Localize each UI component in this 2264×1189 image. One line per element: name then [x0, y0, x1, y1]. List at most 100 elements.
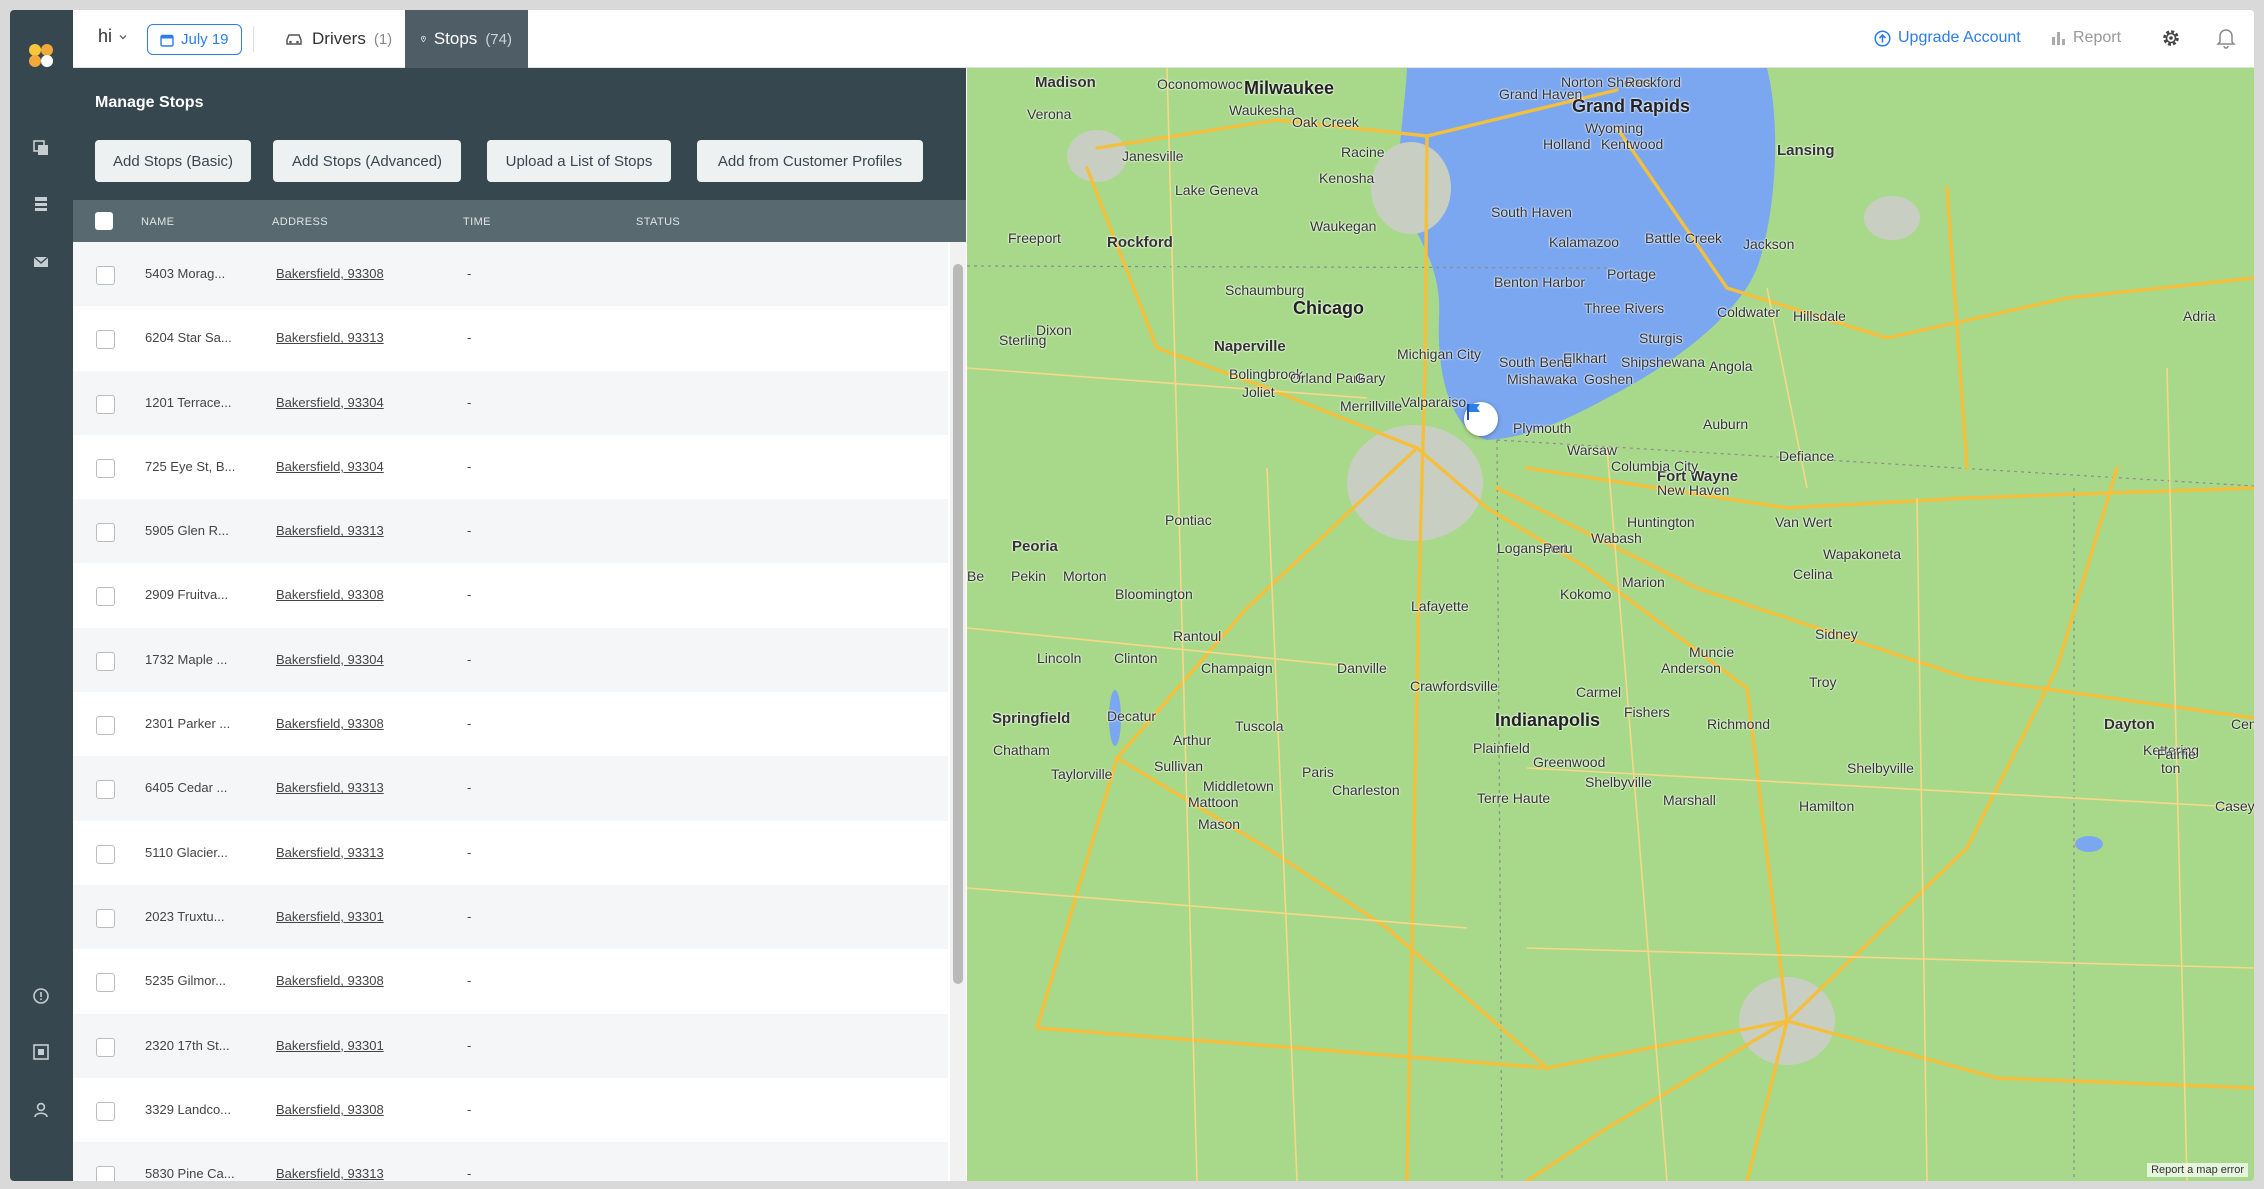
map-label: Plainfield — [1473, 740, 1530, 756]
row-checkbox[interactable] — [96, 458, 115, 478]
copy-icon[interactable] — [29, 136, 53, 160]
scrollbar-thumb[interactable] — [953, 264, 963, 984]
stop-address-link[interactable]: Bakersfield, 93313 — [276, 780, 384, 795]
stack-icon[interactable] — [29, 192, 53, 216]
map-label: Kalamazoo — [1549, 234, 1620, 250]
stop-name: 6405 Cedar ... — [145, 780, 228, 796]
grid-icon[interactable] — [29, 1040, 53, 1064]
table-row[interactable]: 5830 Pine Ca... Bakersfield, 93313 - — [73, 1142, 948, 1181]
add-stops-basic-button[interactable]: Add Stops (Basic) — [95, 140, 251, 182]
map-label: Arthur — [1173, 732, 1212, 748]
row-checkbox[interactable] — [96, 1037, 115, 1057]
row-checkbox[interactable] — [96, 1101, 115, 1121]
report-map-error-link[interactable]: Report a map error — [2147, 1163, 2248, 1177]
stop-time: - — [467, 651, 472, 667]
mail-icon[interactable] — [29, 250, 53, 274]
table-row[interactable]: 725 Eye St, B... Bakersfield, 93304 - — [73, 435, 948, 499]
table-row[interactable]: 5110 Glacier... Bakersfield, 93313 - — [73, 821, 948, 885]
stop-address-link[interactable]: Bakersfield, 93301 — [276, 909, 384, 924]
stop-time: - — [467, 844, 472, 860]
table-row[interactable]: 3329 Landco... Bakersfield, 93308 - — [73, 1078, 948, 1142]
table-row[interactable]: 1201 Terrace... Bakersfield, 93304 - — [73, 370, 948, 435]
map-label: Lincoln — [1037, 650, 1082, 666]
map-label: Shelbyville — [1847, 760, 1914, 776]
route-selector[interactable]: hi — [98, 26, 128, 47]
bell-icon[interactable] — [2216, 27, 2236, 49]
depot-pin[interactable] — [1464, 402, 1498, 436]
row-checkbox[interactable] — [96, 780, 115, 800]
column-header-address[interactable]: ADDRESS — [272, 216, 328, 228]
stop-time: - — [467, 266, 472, 281]
map-view[interactable]: Madison Milwaukee Grand Rapids Lansing Rockf… — [967, 68, 2254, 1181]
row-checkbox[interactable] — [96, 844, 115, 864]
stop-address-link[interactable]: Bakersfield, 93313 — [276, 1166, 384, 1181]
stop-address-link[interactable]: Bakersfield, 93313 — [276, 523, 384, 538]
info-icon[interactable] — [29, 984, 53, 1008]
table-row[interactable]: 6204 Star Sa... Bakersfield, 93313 - — [73, 306, 948, 370]
row-checkbox[interactable] — [96, 266, 115, 285]
row-checkbox[interactable] — [96, 330, 115, 350]
stop-address-link[interactable]: Bakersfield, 93308 — [276, 973, 384, 988]
stop-address-link[interactable]: Bakersfield, 93308 — [276, 587, 384, 602]
map-label: Benton Harbor — [1494, 274, 1586, 290]
stop-address-link[interactable]: Bakersfield, 93304 — [276, 459, 384, 474]
date-label: July 19 — [181, 31, 229, 48]
user-icon[interactable] — [29, 1098, 53, 1122]
map-label: Peoria — [1012, 538, 1058, 555]
row-checkbox[interactable] — [96, 587, 115, 607]
map-label: Shelbyville — [1585, 774, 1652, 790]
map-label: Angola — [1709, 358, 1753, 374]
stop-address-link[interactable]: Bakersfield, 93301 — [276, 1038, 384, 1053]
column-header-name[interactable]: NAME — [141, 216, 174, 228]
map-label: Van Wert — [1775, 514, 1833, 530]
row-checkbox[interactable] — [96, 908, 115, 928]
date-picker[interactable]: July 19 — [147, 24, 242, 55]
stop-address-link[interactable]: Bakersfield, 93313 — [276, 845, 384, 860]
stop-address-link[interactable]: Bakersfield, 93308 — [276, 266, 384, 281]
map-label: Grand Rapids — [1572, 96, 1691, 116]
stop-name: 2320 17th St... — [145, 1037, 230, 1053]
gear-icon[interactable] — [2160, 27, 2182, 49]
report-button[interactable]: Report — [2051, 29, 2121, 47]
table-row[interactable]: 2023 Truxtu... Bakersfield, 93301 - — [73, 884, 948, 950]
map-label: Madison — [1035, 74, 1096, 91]
map-label: Sidney — [1815, 626, 1858, 642]
upgrade-label: Upgrade Account — [1898, 29, 2021, 46]
row-checkbox[interactable] — [96, 651, 115, 671]
map-label: Chicago — [1293, 298, 1365, 318]
table-row[interactable]: 6405 Cedar ... Bakersfield, 93313 - — [73, 756, 948, 821]
map-label: Muncie — [1689, 644, 1735, 660]
stop-address-link[interactable]: Bakersfield, 93308 — [276, 1102, 384, 1117]
add-stops-advanced-button[interactable]: Add Stops (Advanced) — [273, 140, 461, 182]
table-row[interactable]: 2320 17th St... Bakersfield, 93301 - — [73, 1013, 948, 1078]
map-label: Indianapolis — [1495, 710, 1601, 730]
stop-address-link[interactable]: Bakersfield, 93304 — [276, 652, 384, 667]
upload-stops-button[interactable]: Upload a List of Stops — [487, 140, 671, 182]
upgrade-account-link[interactable]: Upgrade Account — [1874, 29, 2021, 47]
stop-address-link[interactable]: Bakersfield, 93313 — [276, 330, 384, 345]
row-checkbox[interactable] — [96, 523, 115, 543]
select-all-checkbox[interactable] — [95, 212, 113, 230]
column-header-status[interactable]: STATUS — [636, 216, 680, 228]
row-checkbox[interactable] — [96, 394, 115, 414]
map-label: Carmel — [1576, 684, 1622, 700]
logo-icon[interactable] — [26, 40, 56, 70]
map-label: Dayton — [2104, 716, 2155, 733]
left-rail — [10, 10, 73, 1181]
stop-name: 2301 Parker ... — [145, 716, 231, 732]
table-row[interactable]: 5905 Glen R... Bakersfield, 93313 - — [73, 499, 948, 564]
table-row[interactable]: 2301 Parker ... Bakersfield, 93308 - — [73, 692, 948, 756]
tab-stops[interactable]: Stops (74) — [405, 10, 528, 68]
stop-address-link[interactable]: Bakersfield, 93308 — [276, 716, 384, 731]
tab-drivers[interactable]: Drivers (1) — [268, 10, 408, 68]
table-row[interactable]: 5235 Gilmor... Bakersfield, 93308 - — [73, 949, 948, 1013]
table-row[interactable]: 1732 Maple ... Bakersfield, 93304 - — [73, 627, 948, 693]
row-checkbox[interactable] — [96, 1166, 115, 1181]
add-from-customer-profiles-button[interactable]: Add from Customer Profiles — [697, 140, 923, 182]
column-header-time[interactable]: TIME — [463, 216, 491, 228]
stop-address-link[interactable]: Bakersfield, 93304 — [276, 395, 384, 410]
table-row[interactable]: 2909 Fruitva... Bakersfield, 93308 - — [73, 563, 948, 627]
table-row[interactable]: 5403 Morag... Bakersfield, 93308 - — [73, 242, 948, 307]
row-checkbox[interactable] — [96, 973, 115, 993]
row-checkbox[interactable] — [96, 716, 115, 736]
